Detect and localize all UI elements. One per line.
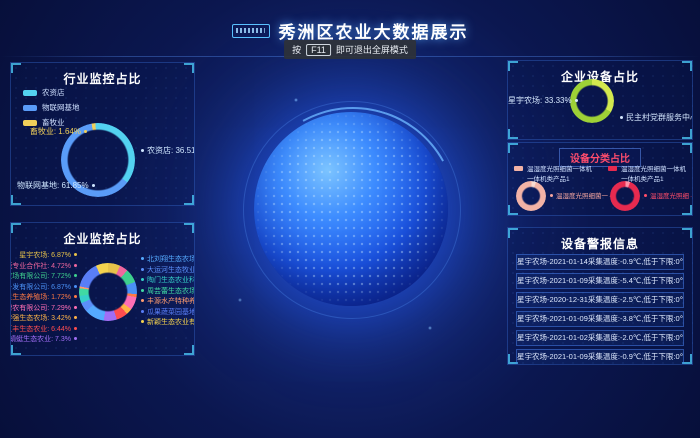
enterprise-donut-chart [79, 263, 137, 321]
panel-equipment-ratio: 企业设备占比 星宇农场: 33.33% 民主村党群服务中心: [507, 60, 693, 140]
chart-label: 陶门生态农业科技有限公 [141, 277, 195, 285]
chart-label: 星宇农场: 6.87% [19, 252, 77, 260]
chart-label: 北刘翔生态农场: 11.16% [141, 256, 195, 264]
chart-label: 周芸蕾生态农场: 4.29% [141, 288, 195, 296]
alarm-row: 星宇农场-2021-01-14采集温度:-0.9℃,低于下限:0℃ [516, 254, 684, 270]
legend-label: 温湿度光照细菌一体机 [621, 163, 686, 173]
alarm-row: 星宇农场-2021-01-09采集温度:-0.9℃,低于下限:0℃ [516, 349, 684, 365]
header-logo-icon [232, 24, 270, 38]
legend-item: 物联网基地 [23, 102, 80, 113]
legend-swatch [514, 166, 523, 171]
tooltip-prefix: 按 [292, 43, 301, 56]
alarm-row: 星宇农场-2021-01-09采集温度:-5.4℃,低于下限:0℃ [516, 273, 684, 289]
legend-label: 物联网基地 [42, 102, 80, 113]
legend-item: 温湿度光照细菌一体机 [608, 163, 693, 173]
legend-swatch [23, 105, 37, 111]
chart-label: 畜牧业: 1.64% [21, 126, 87, 137]
panel-title: 设备警报信息 [508, 228, 692, 252]
device-class-donut-left [516, 181, 546, 211]
legend-swatch [608, 166, 617, 171]
chart-label: 红菱果蔬专业合作社: 4.72% [10, 263, 77, 271]
tooltip-suffix: 即可退出全屏模式 [336, 43, 408, 56]
f11-key-badge: F11 [306, 44, 331, 56]
panel-industry-monitor: 行业监控占比 农资店 物联网基地 畜牧业 畜牧业: 1.64% 农资店: 36.… [10, 62, 195, 206]
dashboard: 秀洲区农业大数据展示 按 F11 即可退出全屏模式 行业监控占比 农资店 物联网… [0, 0, 700, 438]
chart-label: 温湿度光照细→ [644, 190, 693, 200]
legend-item: 温湿度光照细菌一体机 [514, 163, 600, 173]
chart-label: 红蜻蜓生态农业: 7.3% [10, 336, 77, 344]
chart-label: 民主村党群服务中心: [620, 112, 693, 123]
globe-dots-texture [254, 112, 448, 306]
panel-enterprise-monitor: 企业监控占比 星宇农场: 6.87% 红菱果蔬专业合作社: 4.72% 家庭农场有限… [10, 222, 195, 356]
device-class-group: 温湿度光照细菌一体机 一体机类产品1 温湿度光照细→ [608, 163, 693, 213]
device-class-groups: 温湿度光照细菌一体机 一体机类产品1 温湿度光照细菌一→ 温湿度光照细菌一体机 … [514, 163, 693, 213]
alarm-row: 星宇农场-2021-01-09采集温度:-3.8℃,低于下限:0℃ [516, 311, 684, 327]
chart-label: 新颖生态农业有限公司: 6.87% [141, 319, 195, 327]
panel-title: 行业监控占比 [11, 63, 194, 87]
globe [254, 112, 448, 306]
chart-label: 温湿度光照细菌一→ [550, 190, 615, 200]
chart-label: 李强生态农场: 3.42% [10, 315, 77, 323]
chart-label: 物联网基地: 61.85% [17, 180, 87, 191]
enterprise-labels-right: 北刘翔生态农场: 11.16% 大运河生态牧业有限责任公陶门生态农业科技有限公周芸… [141, 256, 195, 327]
legend-swatch [23, 120, 37, 126]
chart-label: 翔升发有限公司: 6.87% [10, 284, 77, 292]
panel-device-classification: 设备分类占比 温湿度光照细菌一体机 一体机类产品1 温湿度光照细菌一→ 温湿度光… [507, 142, 693, 216]
chart-label: 农资店: 36.51% [141, 145, 195, 156]
enterprise-labels-left: 星宇农场: 6.87% 红菱果蔬专业合作社: 4.72% 家庭农场有限公司: 7.7… [13, 252, 77, 344]
panel-device-alarms: 设备警报信息 星宇农场-2021-01-14采集温度:-0.9℃,低于下限:0℃… [507, 227, 693, 365]
alarm-list: 星宇农场-2021-01-14采集温度:-0.9℃,低于下限:0℃ 星宇农场-20… [516, 254, 684, 365]
panel-title: 企业监控占比 [11, 223, 194, 247]
chart-label: 大运河生态牧业有限责任公 [141, 267, 195, 275]
chart-label: 家庭农场有限公司: 7.72% [10, 273, 77, 281]
chart-label: 七星生态养殖场: 1.72% [10, 294, 77, 302]
chart-label: 丰源水产特种养殖场: 1. [141, 298, 195, 306]
chart-label: 汇丰生态农业: 6.44% [10, 326, 77, 334]
alarm-row: 星宇农场-2021-01-02采集温度:-2.0℃,低于下限:0℃ [516, 330, 684, 346]
fullscreen-exit-tooltip: 按 F11 即可退出全屏模式 [284, 40, 416, 59]
chart-label: 星宇农场: 33.33% [508, 95, 568, 106]
device-class-donut-right [610, 181, 640, 211]
legend-label: 农资店 [42, 87, 65, 98]
legend-label: 温湿度光照细菌一体机 [527, 163, 592, 173]
industry-legend: 农资店 物联网基地 畜牧业 [23, 87, 80, 128]
alarm-row: 星宇农场-2020-12-31采集温度:-2.5℃,低于下限:0℃ [516, 292, 684, 308]
device-class-group: 温湿度光照细菌一体机 一体机类产品1 温湿度光照细菌一→ [514, 163, 600, 213]
chart-label: 瓜果蔬菜园基地: 15.02% [141, 309, 195, 317]
legend-swatch [23, 90, 37, 96]
chart-label: 中绿农有限公司: 7.29% [10, 305, 77, 313]
legend-item: 农资店 [23, 87, 80, 98]
